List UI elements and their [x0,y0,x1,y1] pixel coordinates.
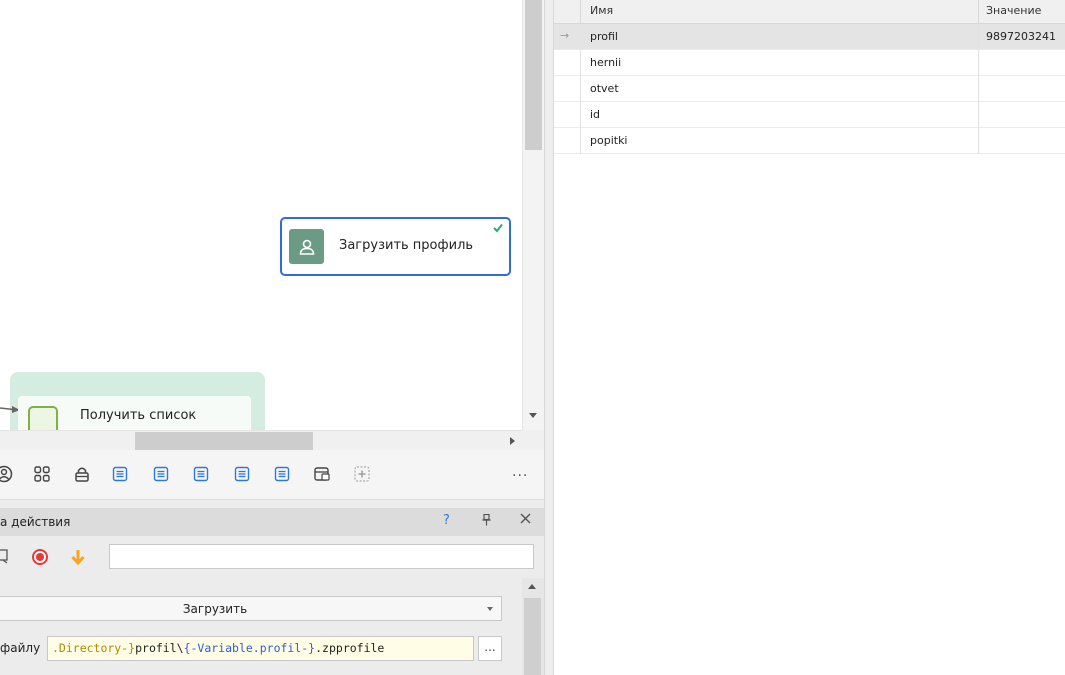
column-divider [580,24,581,50]
pin-icon[interactable] [482,513,491,529]
path-part: .zpprofile [315,641,385,655]
column-divider [580,0,581,24]
variable-name: otvet [590,82,619,95]
canvas-vertical-scrollbar[interactable] [522,0,544,430]
properties-header: а действия ? [0,508,544,536]
column-divider [978,76,979,102]
scroll-down-icon[interactable] [529,413,537,418]
path-part: {-Variable.profil-} [183,641,316,655]
variable-name: profil [590,30,618,43]
grid-icon[interactable] [32,464,52,484]
tab-code-icon[interactable] [312,464,332,484]
project-canvas[interactable]: Загрузить профиль Получить список [0,0,522,430]
table-row[interactable]: hernii [554,50,1065,76]
add-block-icon[interactable] [352,464,372,484]
column-header-name[interactable]: Имя [590,4,613,17]
record-button[interactable] [32,549,48,565]
current-row-arrow-icon: → [560,29,570,42]
canvas-horizontal-scrollbar[interactable] [0,430,522,451]
variable-name: popitki [590,134,628,147]
mode-select-value: Загрузить [182,602,248,616]
canvas-vscroll-thumb[interactable] [525,0,542,150]
scroll-right-icon[interactable] [510,437,515,445]
list-icon-4[interactable] [232,464,252,484]
browse-button[interactable]: ... [478,636,502,661]
column-divider [978,24,979,50]
script-icon[interactable] [0,548,10,564]
column-divider [978,128,979,154]
list-icon-3[interactable] [191,464,211,484]
action-toolbar: ... [0,450,544,500]
user-icon [289,229,324,264]
variables-table-header: Имя Значение [554,0,1065,24]
path-part: .Directory-} [52,641,136,655]
table-row[interactable]: popitki [554,128,1065,154]
table-row[interactable]: id [554,102,1065,128]
variables-table: Имя Значение → profil 9897203241 hernii … [554,0,1065,675]
help-button[interactable]: ? [443,513,450,528]
check-icon [493,223,503,233]
canvas-hscroll-thumb[interactable] [135,432,313,451]
list-icon-1[interactable] [110,464,130,484]
column-divider[interactable] [978,0,979,24]
list-icon-5[interactable] [272,464,292,484]
profile-circle-icon[interactable] [0,464,14,484]
arrow-down-icon[interactable] [70,548,86,566]
properties-scrollbar[interactable] [522,578,544,675]
column-divider [580,76,581,102]
properties-title: а действия [0,515,71,529]
node-load-profile[interactable]: Загрузить профиль [280,217,511,276]
column-divider [978,102,979,128]
column-divider [580,102,581,128]
column-divider [580,50,581,76]
lock-icon[interactable] [72,464,92,484]
action-properties-panel: а действия ? Загрузить файлу .Directory-… [0,500,544,675]
node-load-profile-label: Загрузить профиль [339,238,474,253]
close-icon[interactable] [520,512,531,528]
chevron-down-icon [487,607,493,611]
action-comment-input[interactable] [109,544,534,569]
list-icon-2[interactable] [151,464,171,484]
path-label: файлу [0,641,41,655]
column-divider [978,50,979,76]
variable-name: hernii [590,56,622,69]
app-window: Загрузить профиль Получить список ... а … [0,0,1065,675]
path-part: profil\ [135,641,184,655]
properties-action-row [0,544,544,570]
table-row[interactable]: → profil 9897203241 [554,24,1065,50]
folder-icon [28,406,58,430]
node-get-list-label: Получить список [80,408,197,423]
column-divider [580,128,581,154]
variable-name: id [590,108,601,121]
scrollbar-corner [522,430,544,450]
scroll-up-icon[interactable] [528,584,536,589]
panel-splitter[interactable] [544,0,554,675]
properties-scroll-thumb[interactable] [524,598,541,675]
variable-value[interactable]: 9897203241 [986,30,1056,43]
profile-path-input[interactable]: .Directory-}profil\{-Variable.profil-}.z… [47,636,474,661]
table-row[interactable]: otvet [554,76,1065,102]
column-header-value[interactable]: Значение [986,4,1041,17]
node-get-list[interactable]: Получить список [18,396,251,430]
more-options-button[interactable]: ... [512,464,528,480]
mode-select[interactable]: Загрузить [0,596,502,621]
